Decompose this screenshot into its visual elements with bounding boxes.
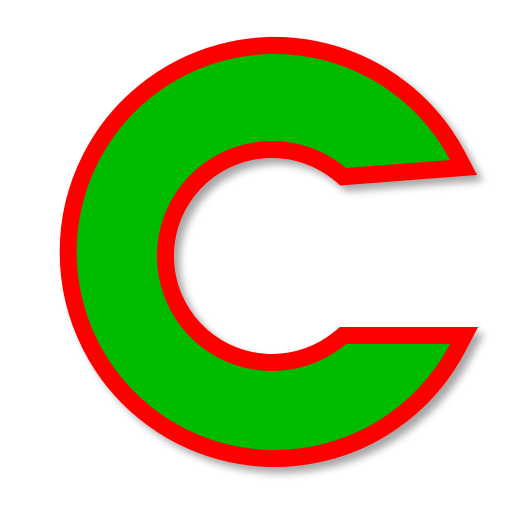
canvas — [0, 0, 512, 512]
letter-c-logo-icon — [59, 37, 479, 467]
letter-c-shape — [59, 37, 479, 467]
